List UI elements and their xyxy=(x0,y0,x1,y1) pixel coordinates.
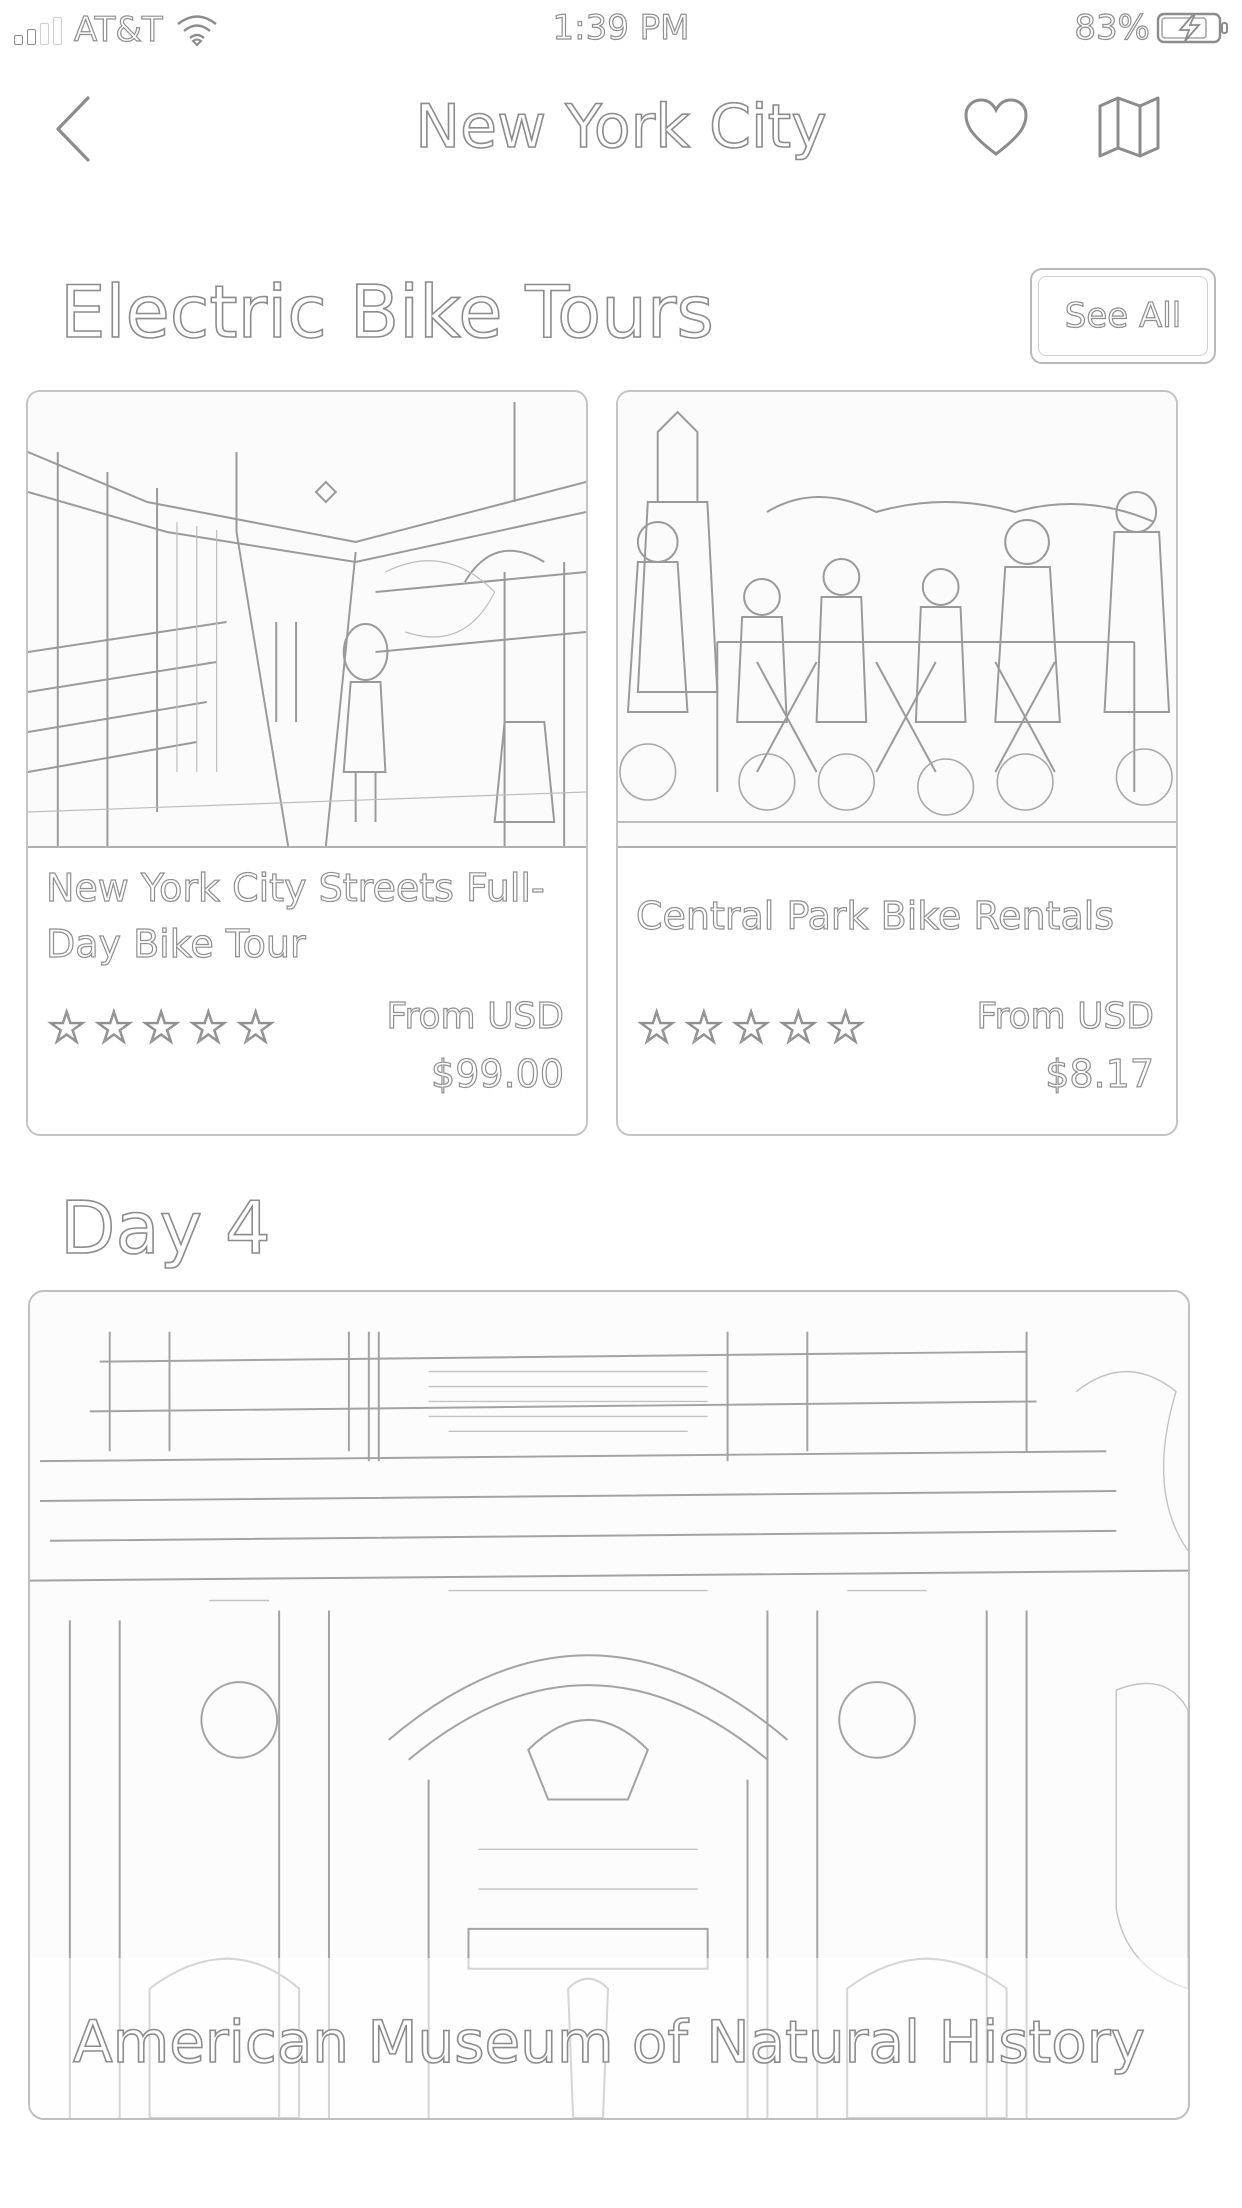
tour-photo-bike-path xyxy=(28,392,586,848)
star-icon: ☆ xyxy=(234,999,277,1054)
price-from-label: From USD xyxy=(386,995,565,1037)
navigation-bar: New York City xyxy=(0,70,1242,190)
battery-charging-icon xyxy=(1156,12,1228,44)
page-title: New York City xyxy=(414,91,827,163)
tour-title: New York City Streets Full-Day Bike Tour xyxy=(45,865,545,966)
section-title-day-4: Day 4 xyxy=(59,1185,271,1271)
star-icon: ☆ xyxy=(635,999,678,1054)
tour-title: Central Park Bike Rentals xyxy=(635,893,1115,938)
star-icon: ☆ xyxy=(45,999,88,1054)
star-icon: ☆ xyxy=(187,999,229,1054)
status-right: 83% xyxy=(1074,7,1230,49)
section-title-electric-bike-tours: Electric Bike Tours xyxy=(59,269,715,355)
see-all-button-inner-border xyxy=(1038,276,1208,356)
attraction-title: American Museum of Natural History xyxy=(72,2007,1146,2077)
star-icon: ☆ xyxy=(730,999,772,1054)
tour-card[interactable]: Central Park Bike Rentals ☆ ☆ ☆ ☆ ☆ From… xyxy=(616,390,1178,1136)
status-bar: AT&T 1:39 PM 83% xyxy=(0,0,1242,60)
attraction-card[interactable]: American Museum of Natural History xyxy=(28,1290,1190,2120)
price-value: $99.00 xyxy=(430,1051,564,1096)
tour-photo-group-cyclists xyxy=(618,392,1176,848)
tour-card[interactable]: New York City Streets Full-Day Bike Tour… xyxy=(26,390,588,1136)
star-icon: ☆ xyxy=(777,999,819,1054)
battery-percentage: 83% xyxy=(1074,7,1151,48)
status-time: 1:39 PM xyxy=(552,7,690,48)
price-value: $8.17 xyxy=(1045,1051,1155,1096)
star-icon: ☆ xyxy=(824,999,867,1054)
star-icon: ☆ xyxy=(140,999,182,1054)
price-from-label: From USD xyxy=(976,995,1155,1037)
star-rating: ☆ ☆ ☆ ☆ ☆ xyxy=(635,999,867,1054)
star-icon: ☆ xyxy=(683,999,725,1054)
heart-icon[interactable] xyxy=(962,96,1030,160)
map-icon[interactable] xyxy=(1096,94,1162,160)
see-all-button[interactable]: See All xyxy=(1030,268,1216,364)
star-icon: ☆ xyxy=(93,999,135,1054)
star-rating: ☆ ☆ ☆ ☆ ☆ xyxy=(45,999,277,1054)
